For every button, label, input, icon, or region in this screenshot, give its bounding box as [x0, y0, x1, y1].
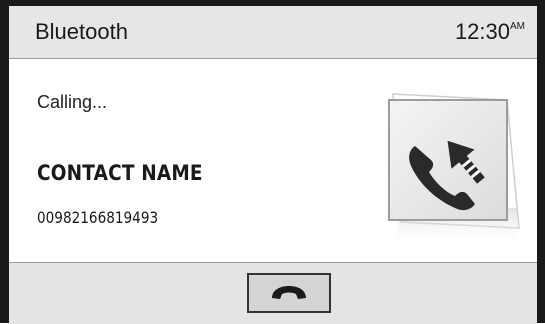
- frame-right: [537, 0, 545, 323]
- clock-time: 12:30: [454, 19, 510, 44]
- contact-name: CONTACT NAME: [37, 161, 203, 185]
- hang-up-icon: [272, 286, 306, 299]
- end-call-button[interactable]: [247, 273, 331, 313]
- call-status: Calling...: [37, 92, 108, 112]
- call-controls-bar: [9, 262, 537, 324]
- frame-left: [0, 0, 9, 323]
- contact-number: 00982166819493: [37, 208, 159, 227]
- status-header: Bluetooth 12:30AM: [9, 6, 537, 59]
- outgoing-call-icon: [388, 93, 520, 248]
- clock: 12:30AM: [455, 19, 525, 45]
- clock-meridiem: AM: [510, 21, 525, 32]
- screen-title: Bluetooth: [35, 19, 128, 44]
- call-panel: Calling... CONTACT NAME 00982166819493: [9, 59, 537, 261]
- bluetooth-call-screen: Bluetooth 12:30AM Calling... CONTACT NAM…: [0, 0, 545, 324]
